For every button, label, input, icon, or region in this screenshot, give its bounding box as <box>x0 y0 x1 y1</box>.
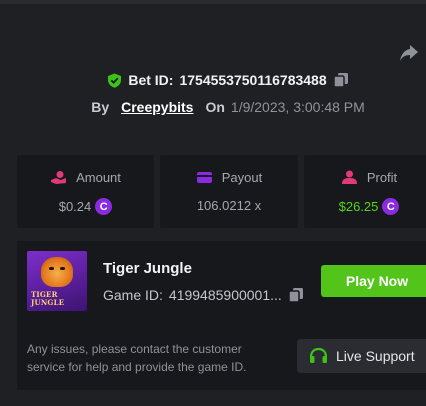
tiger-face-icon <box>41 257 73 287</box>
top-edge <box>0 0 426 4</box>
game-title: Tiger Jungle <box>103 260 192 277</box>
wallet-card-icon <box>196 170 213 185</box>
username-link[interactable]: Creepybits <box>121 99 193 115</box>
payout-label: Payout <box>221 170 263 185</box>
author-line: By Creepybits On 1/9/2023, 3:00:48 PM <box>0 99 426 115</box>
bet-id-value: 1754553750116783488 <box>179 72 327 88</box>
headset-icon <box>309 347 328 363</box>
live-support-button[interactable]: Live Support <box>297 339 426 373</box>
play-now-button[interactable]: Play Now <box>321 265 426 297</box>
support-message: Any issues, please contact the customer … <box>27 342 247 374</box>
coins-hand-icon <box>50 170 67 185</box>
currency-coin-icon: C <box>95 198 113 215</box>
profit-value: $26.25 <box>338 199 379 214</box>
copy-game-id-icon[interactable] <box>288 287 304 303</box>
game-id-label: Game ID: <box>103 287 163 303</box>
on-label: On <box>205 99 225 115</box>
game-logo-text: TIGER JUNGLE <box>31 290 65 307</box>
share-icon <box>400 45 418 61</box>
user-profit-icon <box>341 170 358 185</box>
stat-profit: Profit $26.25 C <box>304 155 426 228</box>
game-id-value: 4199485900001... <box>168 287 282 303</box>
payout-value: 106.0212 x <box>196 198 262 213</box>
verified-shield-icon <box>107 73 122 88</box>
bet-id-line: Bet ID: 1754553750116783488 <box>0 72 426 88</box>
bet-id-label: Bet ID: <box>128 72 174 88</box>
game-thumbnail[interactable]: TIGER JUNGLE <box>27 251 87 311</box>
by-label: By <box>91 99 110 115</box>
game-id-line: Game ID: 4199485900001... <box>103 287 304 303</box>
profit-label: Profit <box>366 170 398 185</box>
amount-value: $0.24 <box>58 199 92 214</box>
currency-coin-icon: C <box>382 198 400 215</box>
copy-bet-id-icon[interactable] <box>332 72 349 88</box>
share-button[interactable] <box>398 42 420 64</box>
stat-payout: Payout 106.0212 x <box>160 155 298 228</box>
bet-datetime: 1/9/2023, 3:00:48 PM <box>230 99 365 115</box>
live-support-label: Live Support <box>336 348 415 364</box>
amount-label: Amount <box>76 170 121 185</box>
game-panel: TIGER JUNGLE Tiger Jungle Game ID: 41994… <box>17 241 426 390</box>
stat-amount: Amount $0.24 C <box>17 155 154 228</box>
